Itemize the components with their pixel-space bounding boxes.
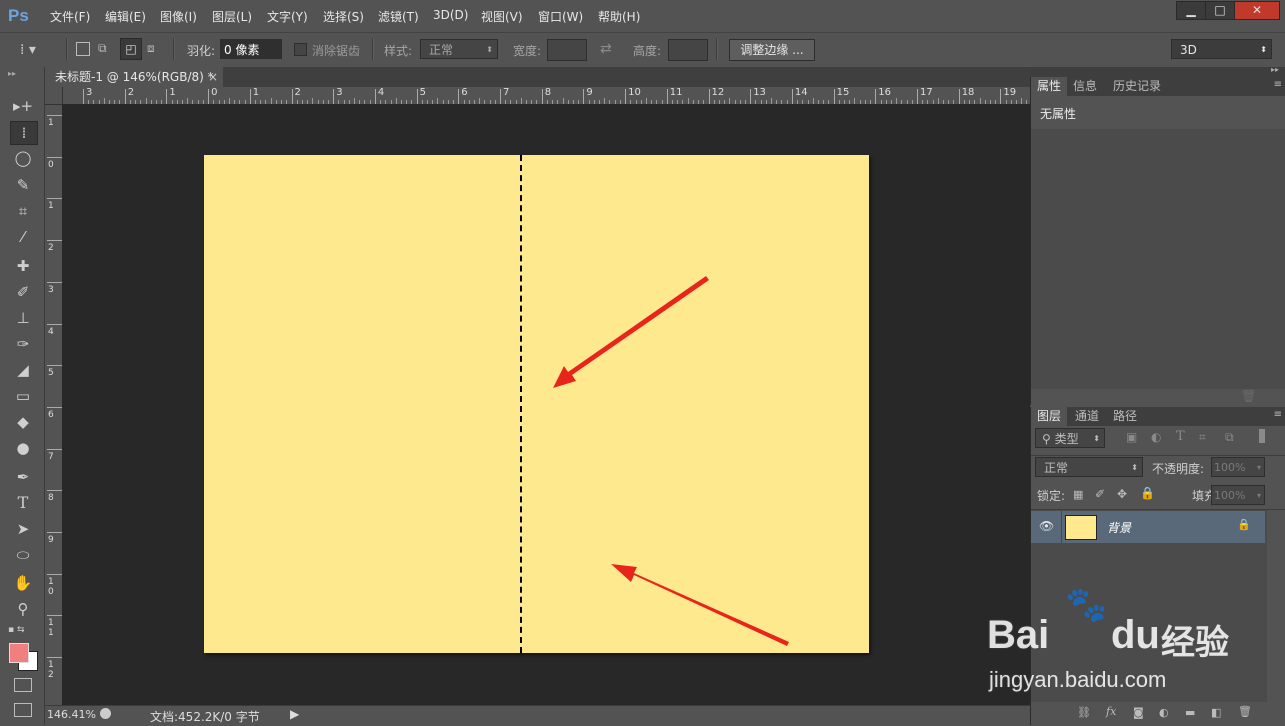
dropdown-arrow-icon: ▾ xyxy=(1256,463,1261,472)
filter-pixel-icon[interactable]: ▣ xyxy=(1126,430,1137,444)
properties-content xyxy=(1031,129,1285,389)
opacity-label: 不透明度: xyxy=(1152,462,1205,476)
filter-smart-icon[interactable]: ⧉ xyxy=(1225,430,1234,445)
opacity-value: 100% xyxy=(1214,461,1246,474)
panel-menu-icon[interactable]: ≡ xyxy=(1274,79,1282,90)
lock-transparent-icon[interactable]: ▦ xyxy=(1073,488,1083,501)
layer-lock-icon: 🔒 xyxy=(1237,518,1251,531)
lock-position-icon[interactable]: ✥ xyxy=(1117,487,1127,501)
tab-paths[interactable]: 路径 xyxy=(1107,407,1143,426)
tab-history[interactable]: 历史记录 xyxy=(1107,77,1167,96)
layer-filter-select[interactable]: ⚲ 类型 ⬍ xyxy=(1035,428,1105,448)
new-layer-icon[interactable]: ◧ xyxy=(1211,706,1221,719)
tab-channels[interactable]: 通道 xyxy=(1069,407,1105,426)
tab-properties[interactable]: 属性 xyxy=(1031,77,1068,96)
tab-layers[interactable]: 图层 xyxy=(1031,407,1068,426)
zoom-level[interactable]: 146.41% xyxy=(47,708,96,721)
fill-value: 100% xyxy=(1214,489,1246,502)
new-group-icon[interactable]: ▬ xyxy=(1185,706,1195,719)
filter-adjust-icon[interactable]: ◐ xyxy=(1151,430,1161,444)
paw-icon: 🐾 xyxy=(1065,585,1108,625)
lock-pixels-icon[interactable]: ✐ xyxy=(1095,487,1105,501)
lock-label: 锁定: xyxy=(1037,489,1066,503)
opacity-input[interactable]: 100% ▾ xyxy=(1211,457,1265,477)
layers-footer: ⛓ fx ◙ ◐ ▬ ◧ 🗑 xyxy=(1031,703,1285,725)
filter-toggle-icon[interactable] xyxy=(1259,429,1265,443)
layer-row[interactable]: 👁 背景 🔒 xyxy=(1031,511,1265,543)
select-arrows-icon: ⬍ xyxy=(1131,463,1138,472)
filter-shape-icon[interactable]: ⌗ xyxy=(1199,430,1206,445)
delete-layer-icon[interactable]: 🗑 xyxy=(1238,705,1252,718)
filter-kind: 类型 xyxy=(1054,432,1079,446)
fill-input[interactable]: 100% ▾ xyxy=(1211,485,1265,505)
status-bar: 146.41% 文档:452.2K/0 字节 ▶ xyxy=(45,705,1030,726)
eye-icon[interactable]: 👁 xyxy=(1039,519,1054,533)
no-properties-text: 无属性 xyxy=(1040,107,1077,121)
watermark-url: jingyan.baidu.com xyxy=(989,667,1167,692)
panel-menu-icon[interactable]: ≡ xyxy=(1274,409,1282,420)
add-mask-icon[interactable]: ◙ xyxy=(1133,706,1144,719)
select-arrows-icon: ⬍ xyxy=(1093,434,1100,443)
panel-dock-header: ▸▸ xyxy=(1030,65,1285,77)
adjustment-layer-icon[interactable]: ◐ xyxy=(1159,706,1169,719)
properties-panel: 属性 信息 历史记录 ≡ 无属性 🗑 xyxy=(1030,77,1285,405)
arrow-lower xyxy=(611,564,789,646)
baidu-jingyan-watermark: Bai 🐾 du 经验 jingyan.baidu.com xyxy=(985,585,1265,700)
layers-tab-strip: 图层 通道 路径 ≡ xyxy=(1031,407,1285,426)
filter-type-icon[interactable]: T xyxy=(1176,429,1185,444)
blend-mode-value: 正常 xyxy=(1044,461,1069,475)
trash-icon[interactable]: 🗑 xyxy=(1241,389,1256,403)
tab-info[interactable]: 信息 xyxy=(1067,77,1103,96)
lock-all-icon[interactable]: 🔒 xyxy=(1140,486,1155,500)
properties-tab-strip: 属性 信息 历史记录 ≡ xyxy=(1031,77,1285,96)
watermark-cn: 经验 xyxy=(1161,623,1229,663)
watermark-brand: Bai xyxy=(987,613,1050,657)
panel-collapse-icon[interactable]: ▸▸ xyxy=(1271,65,1279,74)
layer-name[interactable]: 背景 xyxy=(1107,519,1131,536)
blend-mode-select[interactable]: 正常 ⬍ xyxy=(1035,457,1143,477)
link-layers-icon[interactable]: ⛓ xyxy=(1077,706,1091,719)
layer-thumbnail xyxy=(1065,515,1097,540)
document-info: 文档:452.2K/0 字节 xyxy=(150,710,260,724)
watermark-brand-2: du xyxy=(1111,613,1160,657)
status-icon xyxy=(100,708,111,719)
search-icon: ⚲ xyxy=(1042,432,1055,446)
arrow-upper xyxy=(553,276,709,388)
dropdown-arrow-icon: ▾ xyxy=(1256,491,1261,500)
fx-icon[interactable]: fx xyxy=(1106,705,1116,718)
status-menu-arrow-icon[interactable]: ▶ xyxy=(290,707,299,721)
